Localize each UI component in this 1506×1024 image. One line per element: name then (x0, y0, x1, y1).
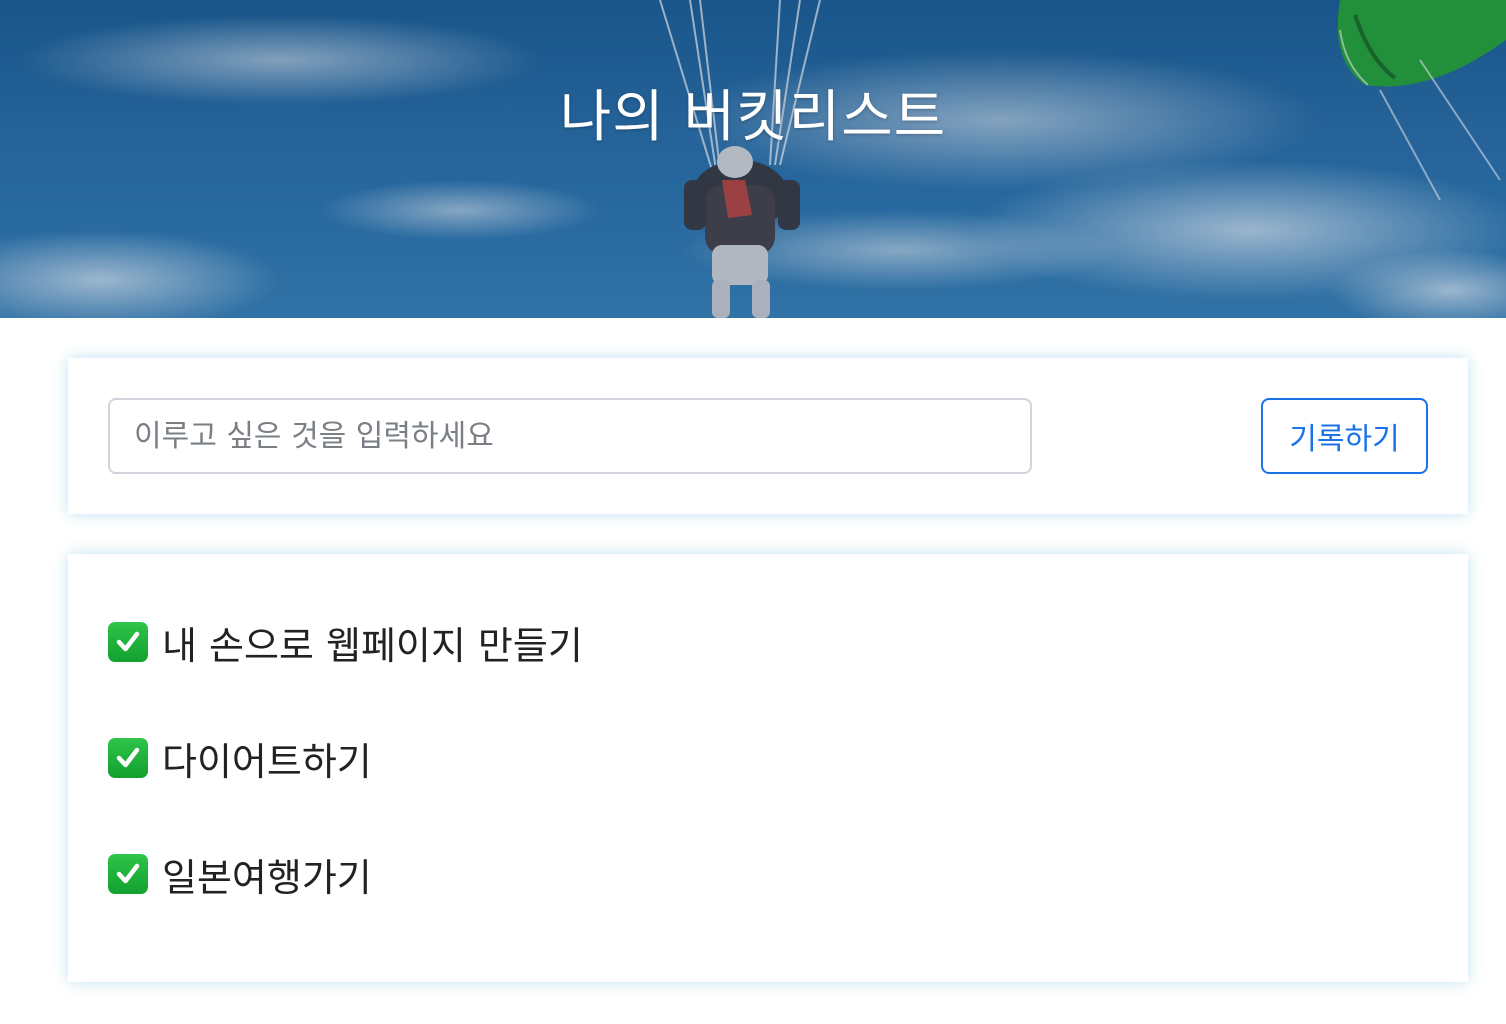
check-mark-button-icon (108, 622, 148, 662)
list-item-text: 일본여행가기 (162, 855, 372, 900)
list-item: 내 손으로 웹페이지 만들기 (108, 620, 583, 668)
hero-banner: 나의 버킷리스트 (0, 0, 1506, 318)
check-mark-button-icon (108, 738, 148, 778)
list-item: 일본여행가기 (108, 852, 372, 900)
list-item-text: 내 손으로 웹페이지 만들기 (162, 623, 583, 668)
bucket-list-card: 내 손으로 웹페이지 만들기 다이어트하기 일본여행가기 (68, 554, 1468, 982)
bucket-input[interactable] (108, 398, 1032, 474)
list-item: 다이어트하기 (108, 736, 372, 784)
check-mark-button-icon (108, 854, 148, 894)
page-title: 나의 버킷리스트 (559, 85, 947, 150)
list-item-text: 다이어트하기 (162, 739, 372, 784)
record-button[interactable]: 기록하기 (1261, 398, 1428, 474)
post-form-card: 기록하기 (68, 358, 1468, 514)
skydiver-background-image (0, 0, 1506, 318)
